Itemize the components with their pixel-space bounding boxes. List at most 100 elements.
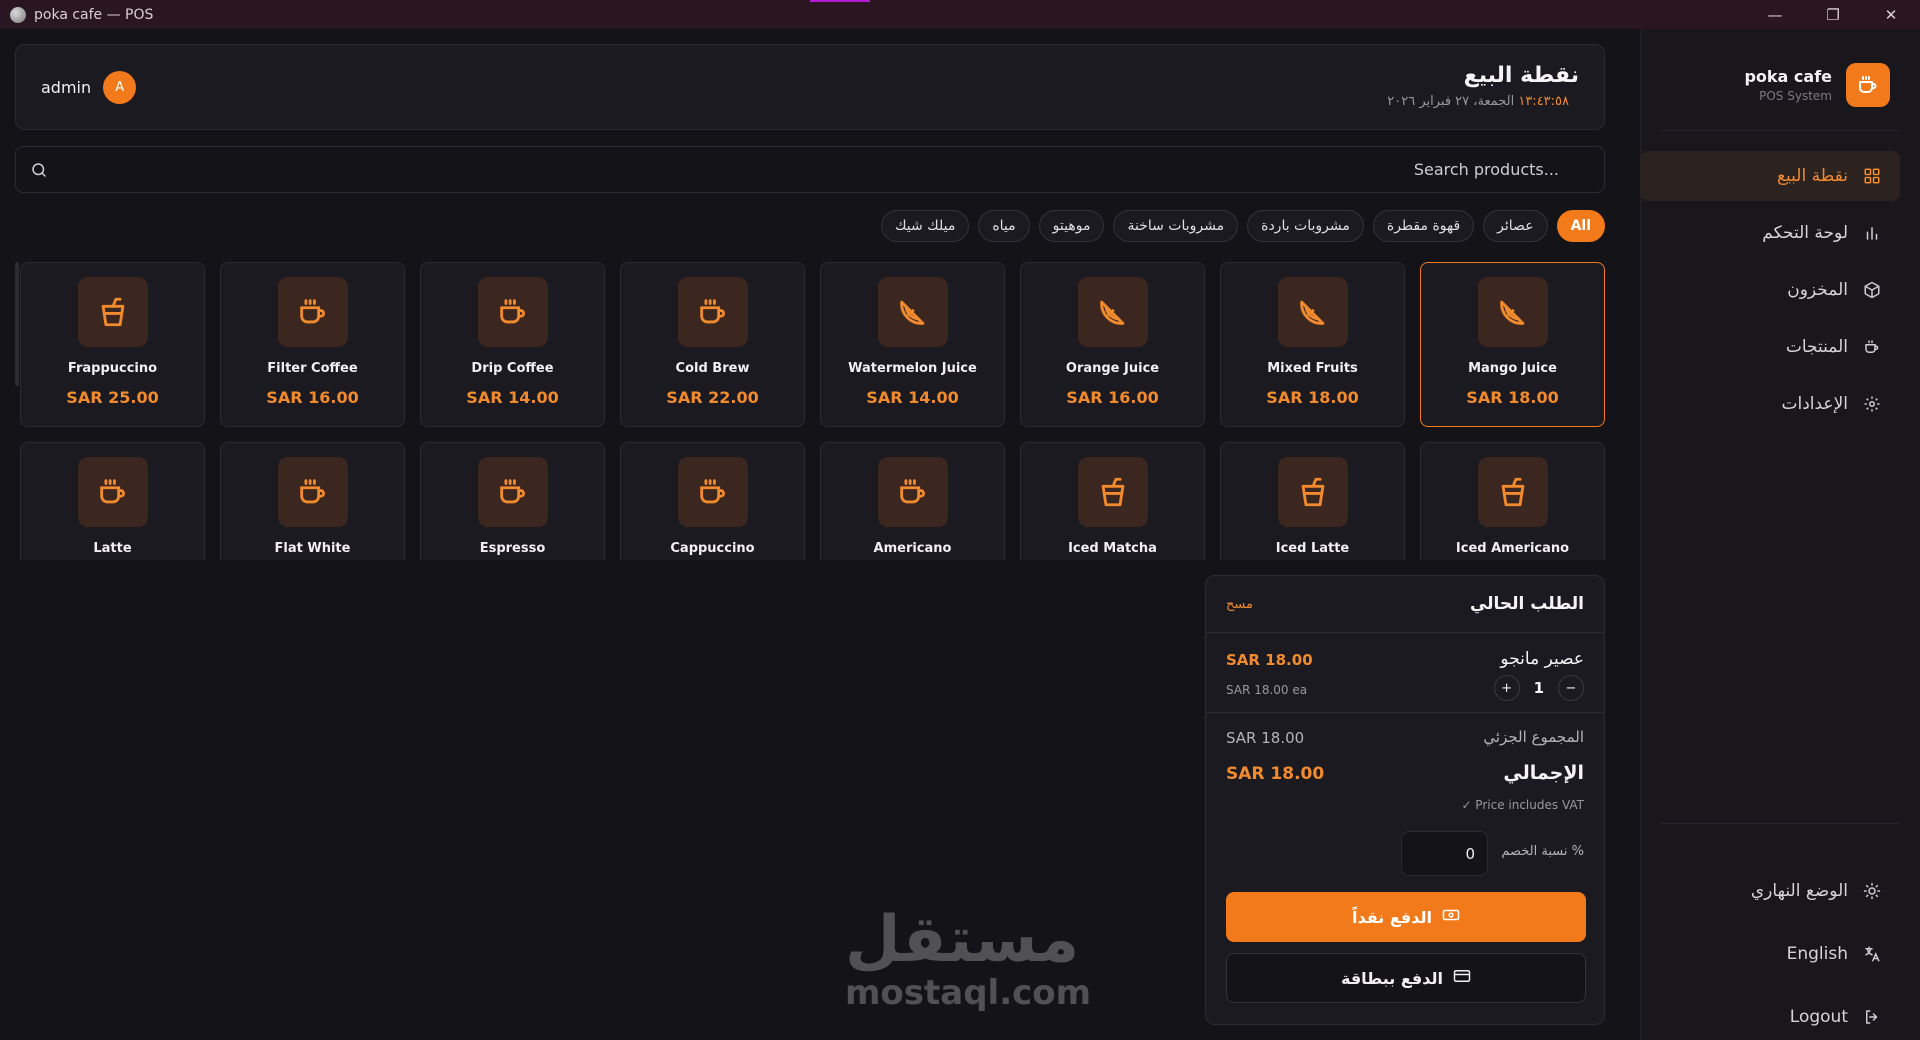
cup-icon	[1862, 337, 1882, 357]
pay-card-button[interactable]: الدفع ببطاقة	[1226, 953, 1586, 1003]
sidebar-item-products[interactable]: المنتجات	[1640, 322, 1900, 372]
vat-note: ✓ Price includes VAT	[1461, 798, 1584, 812]
decrease-quantity-button[interactable]: −	[1558, 675, 1584, 701]
total-label: الإجمالي	[1503, 762, 1584, 784]
coffee-cup-icon	[477, 277, 548, 347]
logout-button[interactable]: Logout	[1640, 992, 1900, 1040]
product-card[interactable]: Latte	[20, 442, 205, 560]
coffee-cup-icon	[277, 277, 348, 347]
box-icon	[1862, 280, 1882, 300]
sidebar-item-inventory[interactable]: المخزون	[1640, 265, 1900, 315]
product-name: Orange Juice	[1065, 361, 1160, 376]
product-card[interactable]: Watermelon Juice SAR 14.00	[820, 262, 1005, 427]
product-price: SAR 14.00	[466, 388, 559, 407]
category-chip-cold-drinks[interactable]: مشروبات باردة	[1247, 210, 1364, 242]
coffee-cup-icon	[477, 457, 548, 527]
product-card[interactable]: Mango Juice SAR 18.00	[1420, 262, 1605, 427]
grid-scrollbar[interactable]	[15, 262, 19, 386]
product-name: Drip Coffee	[471, 361, 554, 376]
logout-icon	[1862, 1007, 1882, 1027]
product-card[interactable]: Cappuccino	[620, 442, 805, 560]
product-card[interactable]: Iced Americano	[1420, 442, 1605, 560]
product-name: Flat White	[274, 541, 351, 556]
iced-cup-icon	[1477, 457, 1548, 527]
product-card[interactable]: Frappuccino SAR 25.00	[20, 262, 205, 427]
product-card[interactable]: Flat White	[220, 442, 405, 560]
window-controls: — ❐ ✕	[1746, 0, 1920, 29]
theme-toggle[interactable]: الوضع النهاري	[1640, 866, 1900, 916]
order-line-item: عصير مانجو SAR 18.00 SAR 18.00 ea − 1 +	[1206, 633, 1604, 713]
product-price: SAR 14.00	[866, 388, 959, 407]
order-header: الطلب الحالي مسح	[1206, 576, 1604, 633]
product-card[interactable]: Orange Juice SAR 16.00	[1020, 262, 1205, 427]
product-price: SAR 22.00	[666, 388, 759, 407]
order-title: الطلب الحالي	[1469, 594, 1584, 614]
logout-label: Logout	[1789, 1007, 1848, 1027]
title-bar: poka cafe — POS — ❐ ✕	[0, 0, 1920, 29]
sidebar-nav: نقطة البيع لوحة التحكم المخزون المنتجات …	[1640, 151, 1900, 436]
product-name: Mixed Fruits	[1267, 361, 1358, 376]
clear-order-button[interactable]: مسح	[1226, 597, 1253, 612]
increase-quantity-button[interactable]: +	[1493, 675, 1520, 701]
sidebar-divider	[1660, 130, 1900, 131]
chart-icon	[1862, 223, 1882, 243]
product-card[interactable]: Mixed Fruits SAR 18.00	[1220, 262, 1405, 427]
sidebar: poka cafe POS System نقطة البيع لوحة الت…	[1640, 29, 1920, 1040]
product-card[interactable]: Filter Coffee SAR 16.00	[220, 262, 405, 427]
category-chip-water[interactable]: مياه	[978, 210, 1030, 242]
sidebar-divider	[1660, 823, 1900, 824]
sidebar-item-settings[interactable]: الإعدادات	[1640, 379, 1900, 429]
search-input[interactable]	[16, 147, 1604, 192]
category-chip-hot-drinks[interactable]: مشروبات ساخنة	[1113, 210, 1239, 242]
product-card[interactable]: Iced Latte	[1220, 442, 1405, 560]
sidebar-item-label: المنتجات	[1785, 337, 1848, 357]
sidebar-item-pos[interactable]: نقطة البيع	[1640, 151, 1900, 201]
product-name: Filter Coffee	[267, 361, 358, 376]
avatar[interactable]: A	[103, 71, 137, 104]
product-name: Watermelon Juice	[848, 361, 977, 376]
product-card[interactable]: Americano	[820, 442, 1005, 560]
discount-label: نسبة الخصم %	[1501, 844, 1584, 859]
iced-cup-icon	[1077, 457, 1148, 527]
line-item-name: عصير مانجو	[1500, 649, 1584, 669]
user-menu[interactable]: admin A	[41, 71, 137, 104]
language-toggle-label: English	[1786, 944, 1848, 964]
iced-cup-icon	[77, 277, 148, 347]
clock-time: ١٣:٤٣:٥٨	[1518, 94, 1569, 109]
total-value: SAR 18.00	[1226, 764, 1325, 784]
language-toggle[interactable]: English	[1640, 929, 1900, 979]
category-chip-drip-coffee[interactable]: قهوة مقطرة	[1372, 210, 1475, 242]
product-card[interactable]: Iced Matcha	[1020, 442, 1205, 560]
close-icon[interactable]: ✕	[1862, 0, 1920, 29]
restore-icon[interactable]: ❐	[1804, 0, 1862, 29]
theme-toggle-label: الوضع النهاري	[1750, 881, 1848, 901]
product-price: SAR 16.00	[266, 388, 359, 407]
user-name: admin	[41, 78, 92, 97]
discount-input[interactable]	[1401, 831, 1488, 876]
product-card[interactable]: Espresso	[420, 442, 605, 560]
product-name: Iced Matcha	[1068, 541, 1157, 556]
orange-slice-icon	[877, 277, 948, 347]
product-price: SAR 16.00	[1066, 388, 1159, 407]
product-name: Iced Americano	[1455, 541, 1570, 556]
line-item-total: SAR 18.00	[1226, 651, 1313, 669]
product-card[interactable]: Cold Brew SAR 22.00	[620, 262, 805, 427]
category-chip-mojito[interactable]: موهيتو	[1038, 210, 1105, 242]
sun-icon	[1862, 881, 1882, 901]
title-accent-line	[810, 0, 870, 2]
page-header: admin A نقطة البيع ١٣:٤٣:٥٨ الجمعة، ٢٧ ف…	[15, 44, 1605, 130]
category-chip-juices[interactable]: عصائر	[1483, 210, 1548, 242]
category-chip-milkshake[interactable]: ميلك شيك	[880, 210, 970, 242]
page-heading: نقطة البيع ١٣:٤٣:٥٨ الجمعة، ٢٧ فبراير ٢٠…	[1387, 63, 1579, 109]
product-name: Espresso	[479, 541, 546, 556]
minimize-icon[interactable]: —	[1746, 0, 1804, 29]
sidebar-item-dashboard[interactable]: لوحة التحكم	[1640, 208, 1900, 258]
pay-cash-button[interactable]: الدفع نقداً	[1226, 892, 1586, 942]
translate-icon	[1862, 944, 1882, 964]
search-icon	[30, 161, 48, 183]
grid-icon	[1862, 166, 1882, 186]
sidebar-item-label: الإعدادات	[1781, 394, 1848, 414]
category-chip-all[interactable]: All	[1556, 210, 1605, 242]
product-card[interactable]: Drip Coffee SAR 14.00	[420, 262, 605, 427]
product-grid: Mango Juice SAR 18.00 Mixed Fruits SAR 18.0…	[20, 262, 1610, 560]
